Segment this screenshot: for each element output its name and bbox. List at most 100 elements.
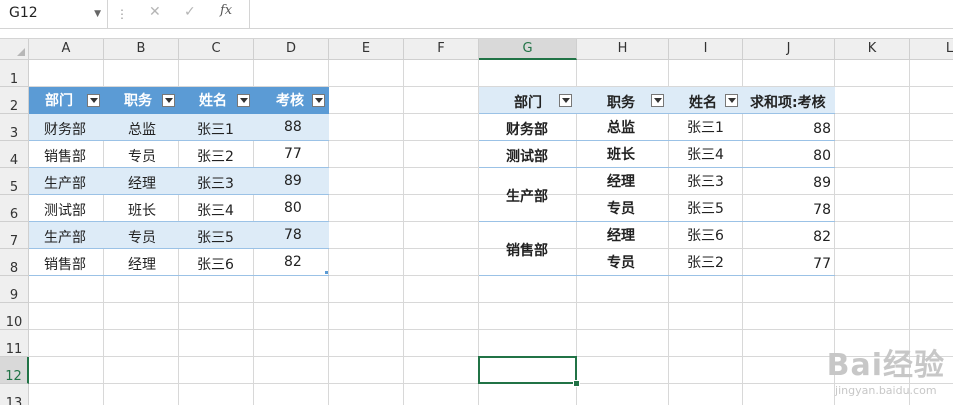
- row-header-9[interactable]: 9: [0, 276, 29, 303]
- pivot-name-label[interactable]: 张三3: [687, 171, 724, 191]
- pivot-dept-label[interactable]: 销售部: [506, 240, 548, 260]
- column-header-g[interactable]: G: [479, 39, 577, 60]
- filter-dropdown-icon[interactable]: [162, 94, 175, 107]
- filter-dropdown-icon[interactable]: [87, 94, 100, 107]
- pivot-role-label[interactable]: 总监: [607, 117, 635, 137]
- table-cell[interactable]: 生产部: [44, 173, 86, 193]
- column-header-f[interactable]: F: [404, 39, 479, 60]
- table-header-cell: 考核: [254, 87, 329, 114]
- pivot-dept-label[interactable]: 财务部: [506, 119, 548, 139]
- table-cell[interactable]: 张三2: [197, 146, 234, 166]
- pivot-role-label[interactable]: 经理: [607, 171, 635, 191]
- column-header-e[interactable]: E: [329, 39, 404, 60]
- column-header-c[interactable]: C: [179, 39, 254, 60]
- row-header-8[interactable]: 8: [0, 249, 29, 276]
- pivot-header-border: [479, 113, 835, 114]
- table-cell[interactable]: 专员: [128, 227, 156, 247]
- row-header-5[interactable]: 5: [0, 168, 29, 195]
- cancel-icon[interactable]: ✕: [149, 4, 161, 20]
- pivot-dept-label[interactable]: 测试部: [506, 146, 548, 166]
- active-cell-selection[interactable]: [478, 356, 577, 384]
- filter-dropdown-icon[interactable]: [651, 94, 664, 107]
- table-cell[interactable]: 张三5: [197, 227, 234, 247]
- pivot-role-label[interactable]: 经理: [607, 225, 635, 245]
- pivot-value-cell[interactable]: 88: [743, 121, 831, 137]
- more-options-icon[interactable]: ⋮: [116, 7, 128, 21]
- pivot-value-cell[interactable]: 77: [743, 256, 831, 272]
- table-cell[interactable]: 专员: [128, 146, 156, 166]
- chevron-down-icon[interactable]: ▼: [94, 9, 101, 19]
- pivot-group-border: [479, 167, 835, 168]
- table-cell[interactable]: 总监: [128, 119, 156, 139]
- score-cell[interactable]: 80: [284, 200, 302, 216]
- column-header-h[interactable]: H: [577, 39, 669, 60]
- pivot-value-cell[interactable]: 80: [743, 148, 831, 164]
- filter-dropdown-icon[interactable]: [312, 94, 325, 107]
- table-cell[interactable]: 测试部: [44, 200, 86, 220]
- table-cell[interactable]: 经理: [128, 254, 156, 274]
- row-header-4[interactable]: 4: [0, 141, 29, 168]
- pivot-name-label[interactable]: 张三4: [687, 144, 724, 164]
- table-cell[interactable]: 销售部: [44, 146, 86, 166]
- fill-handle[interactable]: [573, 380, 580, 387]
- table-cell[interactable]: 张三3: [197, 173, 234, 193]
- pivot-role-label[interactable]: 班长: [607, 144, 635, 164]
- table-cell[interactable]: 班长: [128, 200, 156, 220]
- column-header-l[interactable]: L: [910, 39, 953, 60]
- score-cell[interactable]: 88: [284, 119, 302, 135]
- row-header-10[interactable]: 10: [0, 303, 29, 330]
- table-row-border: [29, 140, 329, 141]
- table-cell[interactable]: 财务部: [44, 119, 86, 139]
- pivot-value-cell[interactable]: 82: [743, 229, 831, 245]
- pivot-header-label: 姓名: [689, 95, 717, 111]
- name-box[interactable]: G12 ▼: [0, 0, 108, 28]
- column-header-b[interactable]: B: [104, 39, 179, 60]
- score-cell[interactable]: 89: [284, 173, 302, 189]
- row-header-13[interactable]: 13: [0, 384, 29, 405]
- worksheet-grid[interactable]: ABCDEFGHIJKL 1 2 3 4 5 6 7 8 9 10 11 12 13 部门 职务 姓名 考核财…: [0, 38, 953, 405]
- gridline-vertical: [403, 60, 404, 405]
- select-all-button[interactable]: [0, 39, 29, 60]
- table-cell[interactable]: 经理: [128, 173, 156, 193]
- enter-icon[interactable]: ✓: [184, 4, 196, 20]
- table-cell[interactable]: 张三4: [197, 200, 234, 220]
- column-header-k[interactable]: K: [835, 39, 910, 60]
- column-header-i[interactable]: I: [669, 39, 743, 60]
- score-cell[interactable]: 82: [284, 254, 302, 270]
- row-header-1[interactable]: 1: [0, 60, 29, 87]
- column-header-j[interactable]: J: [743, 39, 835, 60]
- pivot-role-label[interactable]: 专员: [607, 252, 635, 272]
- score-cell[interactable]: 77: [284, 146, 302, 162]
- watermark-logo: Bai经验: [826, 348, 945, 383]
- row-header-6[interactable]: 6: [0, 195, 29, 222]
- filter-dropdown-icon[interactable]: [725, 94, 738, 107]
- row-header-3[interactable]: 3: [0, 114, 29, 141]
- table-cell[interactable]: 张三6: [197, 254, 234, 274]
- watermark-url: jingyan.baidu.com: [835, 384, 937, 397]
- column-header-label: 部门: [45, 93, 73, 109]
- filter-dropdown-icon[interactable]: [559, 94, 572, 107]
- pivot-value-cell[interactable]: 89: [743, 175, 831, 191]
- table-cell[interactable]: 生产部: [44, 227, 86, 247]
- insert-function-icon[interactable]: fx: [220, 3, 232, 18]
- table-cell[interactable]: 张三1: [197, 119, 234, 139]
- score-cell[interactable]: 78: [284, 227, 302, 243]
- filter-dropdown-icon[interactable]: [237, 94, 250, 107]
- row-header-2[interactable]: 2: [0, 87, 29, 114]
- pivot-name-label[interactable]: 张三2: [687, 252, 724, 272]
- table-resize-handle[interactable]: [325, 271, 328, 274]
- formula-input[interactable]: [249, 0, 953, 28]
- column-header-d[interactable]: D: [254, 39, 329, 60]
- pivot-name-label[interactable]: 张三5: [687, 198, 724, 218]
- pivot-value-cell[interactable]: 78: [743, 202, 831, 218]
- pivot-name-label[interactable]: 张三1: [687, 117, 724, 137]
- pivot-dept-label[interactable]: 生产部: [506, 186, 548, 206]
- row-header-7[interactable]: 7: [0, 222, 29, 249]
- row-header-12[interactable]: 12: [0, 357, 29, 384]
- row-header-11[interactable]: 11: [0, 330, 29, 357]
- pivot-group-border: [479, 140, 835, 141]
- pivot-role-label[interactable]: 专员: [607, 198, 635, 218]
- pivot-name-label[interactable]: 张三6: [687, 225, 724, 245]
- table-cell[interactable]: 销售部: [44, 254, 86, 274]
- column-header-a[interactable]: A: [29, 39, 104, 60]
